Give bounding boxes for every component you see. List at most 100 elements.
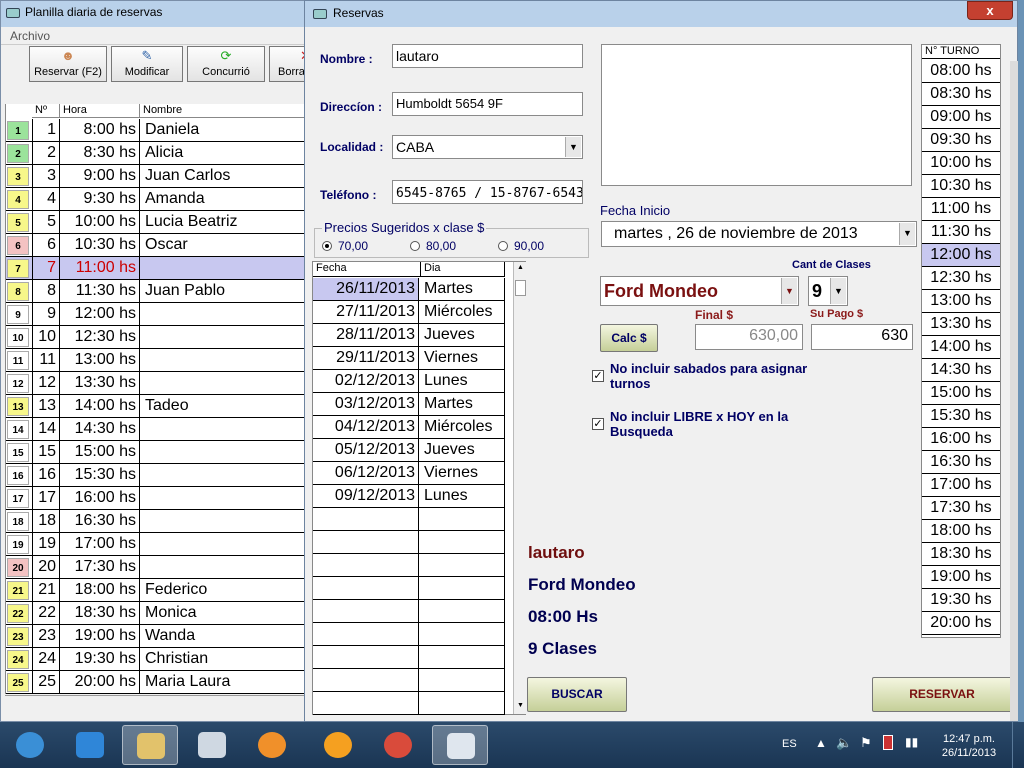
localidad-select[interactable]: CABA ▼: [392, 135, 583, 159]
row-indicator[interactable]: 15: [7, 443, 29, 462]
calc-button[interactable]: Calc $: [600, 324, 658, 352]
row-indicator[interactable]: 8: [7, 282, 29, 301]
planilla-hscroll[interactable]: [5, 695, 307, 719]
turno-item[interactable]: 08:00 hs: [922, 60, 1000, 83]
table-row[interactable]: 13 13 14:00 hs Tadeo: [6, 395, 308, 418]
turno-item[interactable]: 18:00 hs: [922, 520, 1000, 543]
menu-archivo[interactable]: Archivo: [10, 29, 50, 43]
date-row[interactable]: [313, 692, 505, 715]
turno-item[interactable]: 13:00 hs: [922, 290, 1000, 313]
turno-item[interactable]: 09:30 hs: [922, 129, 1000, 152]
reservas-titlebar[interactable]: Reservas x: [305, 1, 1017, 27]
table-row[interactable]: 23 23 19:00 hs Wanda: [6, 625, 308, 648]
precio-radio-2[interactable]: 80,00: [410, 239, 456, 253]
fecha-inicio-picker[interactable]: martes , 26 de noviembre de 2013 ▼: [601, 221, 917, 247]
row-indicator[interactable]: 7: [7, 259, 29, 278]
notes-area[interactable]: [601, 44, 912, 186]
turno-item[interactable]: 12:00 hs: [922, 244, 1000, 267]
row-indicator[interactable]: 20: [7, 558, 29, 577]
table-row[interactable]: 15 15 15:00 hs: [6, 441, 308, 464]
date-row[interactable]: 28/11/2013 Jueves: [313, 324, 505, 347]
table-row[interactable]: 19 19 17:00 hs: [6, 533, 308, 556]
concurrio-button[interactable]: ⟳ Concurrió: [187, 46, 265, 82]
row-indicator[interactable]: 4: [7, 190, 29, 209]
date-row[interactable]: [313, 508, 505, 531]
taskbar-app[interactable]: [370, 725, 426, 765]
turno-item[interactable]: 15:30 hs: [922, 405, 1000, 428]
row-indicator[interactable]: 19: [7, 535, 29, 554]
turno-item[interactable]: 11:30 hs: [922, 221, 1000, 244]
chevron-down-icon[interactable]: ▼: [781, 278, 797, 304]
turno-item[interactable]: 16:00 hs: [922, 428, 1000, 451]
tray-app-icon[interactable]: [883, 735, 893, 750]
table-row[interactable]: 11 11 13:00 hs: [6, 349, 308, 372]
chevron-down-icon[interactable]: ▼: [830, 278, 846, 304]
row-indicator[interactable]: 5: [7, 213, 29, 232]
reservar-submit-button[interactable]: RESERVAR: [872, 677, 1012, 712]
table-row[interactable]: 17 17 16:00 hs: [6, 487, 308, 510]
borrar-button[interactable]: ✕ Borra: [269, 46, 309, 82]
sabados-checkbox[interactable]: ✓: [592, 370, 604, 382]
taskbar-app[interactable]: [2, 725, 58, 765]
turno-item[interactable]: 14:30 hs: [922, 359, 1000, 382]
flag-icon[interactable]: ⚑: [860, 735, 872, 751]
modificar-button[interactable]: ✎ Modificar: [111, 46, 183, 82]
scroll-thumb[interactable]: [515, 280, 526, 296]
turno-item[interactable]: 10:00 hs: [922, 152, 1000, 175]
turno-item[interactable]: 15:00 hs: [922, 382, 1000, 405]
date-row[interactable]: 06/12/2013 Viernes: [313, 462, 505, 485]
table-row[interactable]: 20 20 17:30 hs: [6, 556, 308, 579]
network-icon[interactable]: ▮▮: [905, 735, 918, 749]
turno-item[interactable]: 08:30 hs: [922, 83, 1000, 106]
supago-field[interactable]: 630: [811, 324, 913, 350]
cant-clases-select[interactable]: 9 ▼: [808, 276, 848, 306]
date-row[interactable]: 04/12/2013 Miércoles: [313, 416, 505, 439]
scroll-down-icon[interactable]: ▼: [517, 702, 524, 709]
date-row[interactable]: [313, 623, 505, 646]
date-row[interactable]: 27/11/2013 Miércoles: [313, 301, 505, 324]
row-indicator[interactable]: 14: [7, 420, 29, 439]
row-indicator[interactable]: 2: [7, 144, 29, 163]
table-row[interactable]: 8 8 11:30 hs Juan Pablo: [6, 280, 308, 303]
volume-icon[interactable]: 🔈: [836, 735, 852, 751]
show-desktop-button[interactable]: [1012, 722, 1024, 768]
taskbar-app[interactable]: [184, 725, 240, 765]
turno-item[interactable]: 14:00 hs: [922, 336, 1000, 359]
taskbar-app[interactable]: [122, 725, 178, 765]
date-row[interactable]: [313, 669, 505, 692]
date-row[interactable]: 02/12/2013 Lunes: [313, 370, 505, 393]
turno-item[interactable]: 20:00 hs: [922, 612, 1000, 635]
date-row[interactable]: 09/12/2013 Lunes: [313, 485, 505, 508]
taskbar-app[interactable]: [244, 725, 300, 765]
close-button[interactable]: x: [967, 1, 1013, 20]
dates-vscroll[interactable]: ▲ ▼: [513, 262, 527, 714]
row-indicator[interactable]: 9: [7, 305, 29, 324]
final-field[interactable]: 630,00: [695, 324, 803, 350]
date-row[interactable]: [313, 600, 505, 623]
row-indicator[interactable]: 10: [7, 328, 29, 347]
telefono-field[interactable]: 6545-8765 / 15-8767-6543: [392, 180, 583, 204]
row-indicator[interactable]: 23: [7, 627, 29, 646]
table-row[interactable]: 4 4 9:30 hs Amanda: [6, 188, 308, 211]
turno-item[interactable]: 17:30 hs: [922, 497, 1000, 520]
taskbar-app[interactable]: [62, 725, 118, 765]
turno-item[interactable]: 13:30 hs: [922, 313, 1000, 336]
table-row[interactable]: 9 9 12:00 hs: [6, 303, 308, 326]
dialog-vscroll[interactable]: [1010, 61, 1018, 721]
table-row[interactable]: 1 1 8:00 hs Daniela: [6, 119, 308, 142]
turno-item[interactable]: 19:30 hs: [922, 589, 1000, 612]
date-row[interactable]: 29/11/2013 Viernes: [313, 347, 505, 370]
table-row[interactable]: 12 12 13:30 hs: [6, 372, 308, 395]
date-row[interactable]: [313, 577, 505, 600]
table-row[interactable]: 21 21 18:00 hs Federico: [6, 579, 308, 602]
row-indicator[interactable]: 12: [7, 374, 29, 393]
date-row[interactable]: 26/11/2013 Martes: [313, 278, 505, 301]
row-indicator[interactable]: 18: [7, 512, 29, 531]
turno-item[interactable]: 19:00 hs: [922, 566, 1000, 589]
table-row[interactable]: 22 22 18:30 hs Monica: [6, 602, 308, 625]
row-indicator[interactable]: 11: [7, 351, 29, 370]
table-row[interactable]: 18 18 16:30 hs: [6, 510, 308, 533]
turno-item[interactable]: 16:30 hs: [922, 451, 1000, 474]
turno-item[interactable]: 12:30 hs: [922, 267, 1000, 290]
auto-select[interactable]: Ford Mondeo ▼: [600, 276, 799, 306]
